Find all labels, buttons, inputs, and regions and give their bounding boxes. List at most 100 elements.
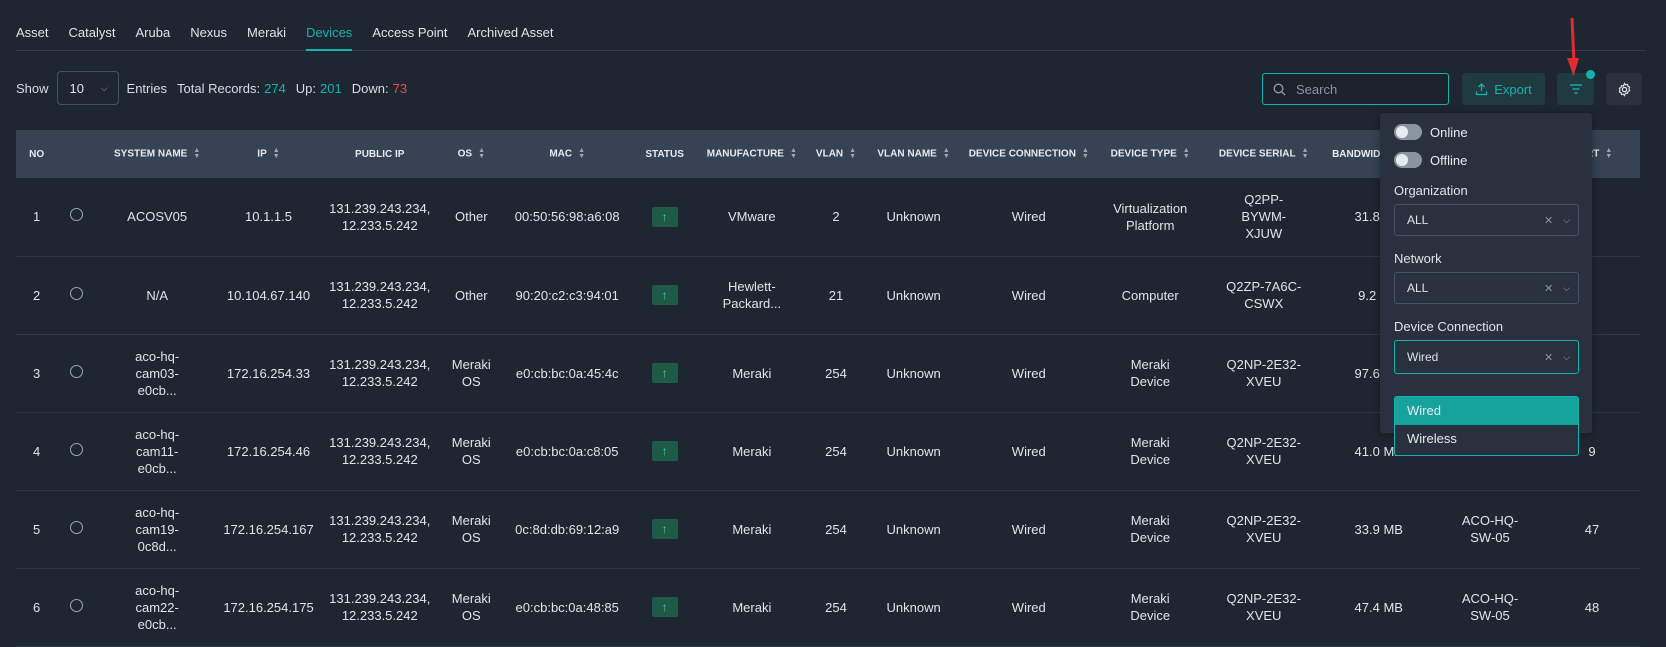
cell-manufacture: Meraki <box>732 365 772 381</box>
cell-connection: Wired <box>1011 443 1046 459</box>
cell-no: 5 <box>33 521 41 537</box>
status-cell: ↑ <box>634 178 696 256</box>
cell-os: Meraki OS <box>451 357 491 389</box>
cell-type: Meraki Device <box>1130 435 1171 467</box>
cell-os: Meraki OS <box>451 513 491 545</box>
row-radio[interactable] <box>69 208 83 222</box>
row-select-cell <box>57 178 95 256</box>
down-label: Down: <box>351 80 389 96</box>
chevron-down-icon: ⌵ <box>1563 282 1570 293</box>
status-up-icon: ↑ <box>651 597 678 617</box>
entries-label: Entries <box>126 80 167 96</box>
column-header[interactable]: OS ▲ ▼ <box>442 130 501 178</box>
tab-access-point[interactable]: Access Point <box>372 18 457 50</box>
column-header: PUBLIC IP <box>355 148 405 160</box>
offline-toggle-row[interactable]: Offline <box>1394 152 1467 168</box>
cell-ip: 10.104.67.140 <box>226 287 311 303</box>
row-radio[interactable] <box>69 442 83 456</box>
sort-icon: ▲ ▼ <box>193 147 201 160</box>
cell-connection: Wired <box>1011 521 1046 537</box>
column-header[interactable]: VLAN ▲ ▼ <box>808 130 864 178</box>
network-select[interactable]: ALL ✕ ⌵ <box>1394 272 1579 304</box>
option-wireless[interactable]: Wireless <box>1395 425 1578 453</box>
tab-aruba[interactable]: Aruba <box>135 18 180 50</box>
column-header[interactable]: IP ▲ ▼ <box>219 130 317 178</box>
tab-asset[interactable]: Asset <box>16 18 59 50</box>
row-select-cell <box>57 256 95 334</box>
status-cell: ↑ <box>634 334 696 412</box>
row-select-cell <box>57 412 95 490</box>
online-toggle-row[interactable]: Online <box>1394 124 1468 140</box>
clear-icon[interactable]: ✕ <box>1544 351 1553 364</box>
cell-manufacture: Meraki <box>732 443 772 459</box>
tab-devices[interactable]: Devices <box>306 18 362 51</box>
sort-icon: ▲ ▼ <box>272 147 280 160</box>
organization-label: Organization <box>1394 183 1468 198</box>
device-connection-value: Wired <box>1407 350 1439 364</box>
tab-bar: Asset Catalyst Aruba Nexus Meraki Device… <box>16 18 1646 51</box>
cell-no: 2 <box>33 287 41 303</box>
offline-toggle[interactable] <box>1394 152 1422 168</box>
row-radio[interactable] <box>69 598 83 612</box>
cell-ip: 172.16.254.175 <box>223 599 314 615</box>
cell-mac: e0:cb:bc:0a:45:4c <box>515 365 619 381</box>
export-button[interactable]: Export <box>1462 73 1545 105</box>
device-connection-select[interactable]: Wired ✕ ⌵ <box>1394 340 1579 374</box>
cell-name: N/A <box>146 287 168 303</box>
cell-vlan-name: Unknown <box>886 599 941 615</box>
column-header[interactable]: SYSTEM NAME ▲ ▼ <box>95 130 219 178</box>
settings-button[interactable] <box>1606 73 1642 105</box>
cell-os: Meraki OS <box>451 435 491 467</box>
clear-icon[interactable]: ✕ <box>1544 214 1553 227</box>
status-up-icon: ↑ <box>651 441 678 461</box>
cell-serial: Q2NP-2E32-XVEU <box>1226 591 1301 623</box>
column-header[interactable]: DEVICE SERIAL ▲ ▼ <box>1206 130 1321 178</box>
cell-no: 4 <box>33 443 41 459</box>
row-select-cell <box>57 334 95 412</box>
tab-catalyst[interactable]: Catalyst <box>69 18 126 50</box>
filter-panel: Online Offline Organization ALL ✕ ⌵ Netw… <box>1380 113 1592 433</box>
online-toggle[interactable] <box>1394 124 1422 140</box>
option-wired[interactable]: Wired <box>1395 397 1578 425</box>
cell-public-ip: 131.239.243.234, 12.233.5.242 <box>329 435 431 467</box>
cell-vlan: 21 <box>828 287 844 303</box>
column-header[interactable]: DEVICE CONNECTION ▲ ▼ <box>963 130 1094 178</box>
row-radio[interactable] <box>69 520 83 534</box>
tab-nexus[interactable]: Nexus <box>190 18 237 50</box>
chevron-down-icon: ⌵ <box>1563 214 1570 225</box>
table-row[interactable]: 5 aco-hq-cam19-0c8d... 172.16.254.167 131.2… <box>16 490 1640 568</box>
tab-archived-asset[interactable]: Archived Asset <box>467 18 563 50</box>
table-row[interactable]: 6 aco-hq-cam22-e0cb... 172.16.254.175 131.2… <box>16 568 1640 646</box>
cell-connection: Wired <box>1011 209 1046 225</box>
table-toolbar: Show 10 ⌵ Entries Total Records: 274 Up:… <box>16 70 407 106</box>
cell-name: aco-hq-cam11-e0cb... <box>135 426 180 476</box>
cell-bandwidth: 47.4 MB <box>1354 599 1403 615</box>
cell-public-ip: 131.239.243.234, 12.233.5.242 <box>329 591 431 623</box>
cell-type: Computer <box>1121 287 1179 303</box>
cell-mac: 0c:8d:db:69:12:a9 <box>515 521 620 537</box>
cell-os: Meraki OS <box>451 591 491 623</box>
column-header[interactable]: MAC ▲ ▼ <box>501 130 634 178</box>
search-input[interactable] <box>1294 80 1438 98</box>
clear-icon[interactable]: ✕ <box>1544 282 1553 295</box>
status-cell: ↑ <box>634 256 696 334</box>
cell-public-ip: 131.239.243.234, 12.233.5.242 <box>329 357 431 389</box>
search-box[interactable] <box>1262 73 1449 105</box>
column-header[interactable]: VLAN NAME ▲ ▼ <box>864 130 963 178</box>
cell-manufacture: Meraki <box>732 521 772 537</box>
up-value: 201 <box>320 80 342 96</box>
row-radio[interactable] <box>69 364 83 378</box>
tab-meraki[interactable]: Meraki <box>247 18 296 50</box>
row-radio[interactable] <box>69 286 83 300</box>
page-size-select[interactable]: 10 ⌵ <box>56 71 119 105</box>
column-header[interactable]: DEVICE TYPE ▲ ▼ <box>1094 130 1206 178</box>
column-header[interactable]: MANUFACTURE ▲ ▼ <box>696 130 808 178</box>
cell-no: 3 <box>33 365 41 381</box>
organization-select[interactable]: ALL ✕ ⌵ <box>1394 204 1579 236</box>
sort-icon: ▲ ▼ <box>478 147 485 160</box>
organization-value: ALL <box>1407 213 1429 227</box>
cell-mac: e0:cb:bc:0a:c8:05 <box>515 443 619 459</box>
device-connection-label: Device Connection <box>1394 319 1504 334</box>
status-up-icon: ↑ <box>651 363 678 383</box>
cell-name: aco-hq-cam03-e0cb... <box>135 348 180 398</box>
